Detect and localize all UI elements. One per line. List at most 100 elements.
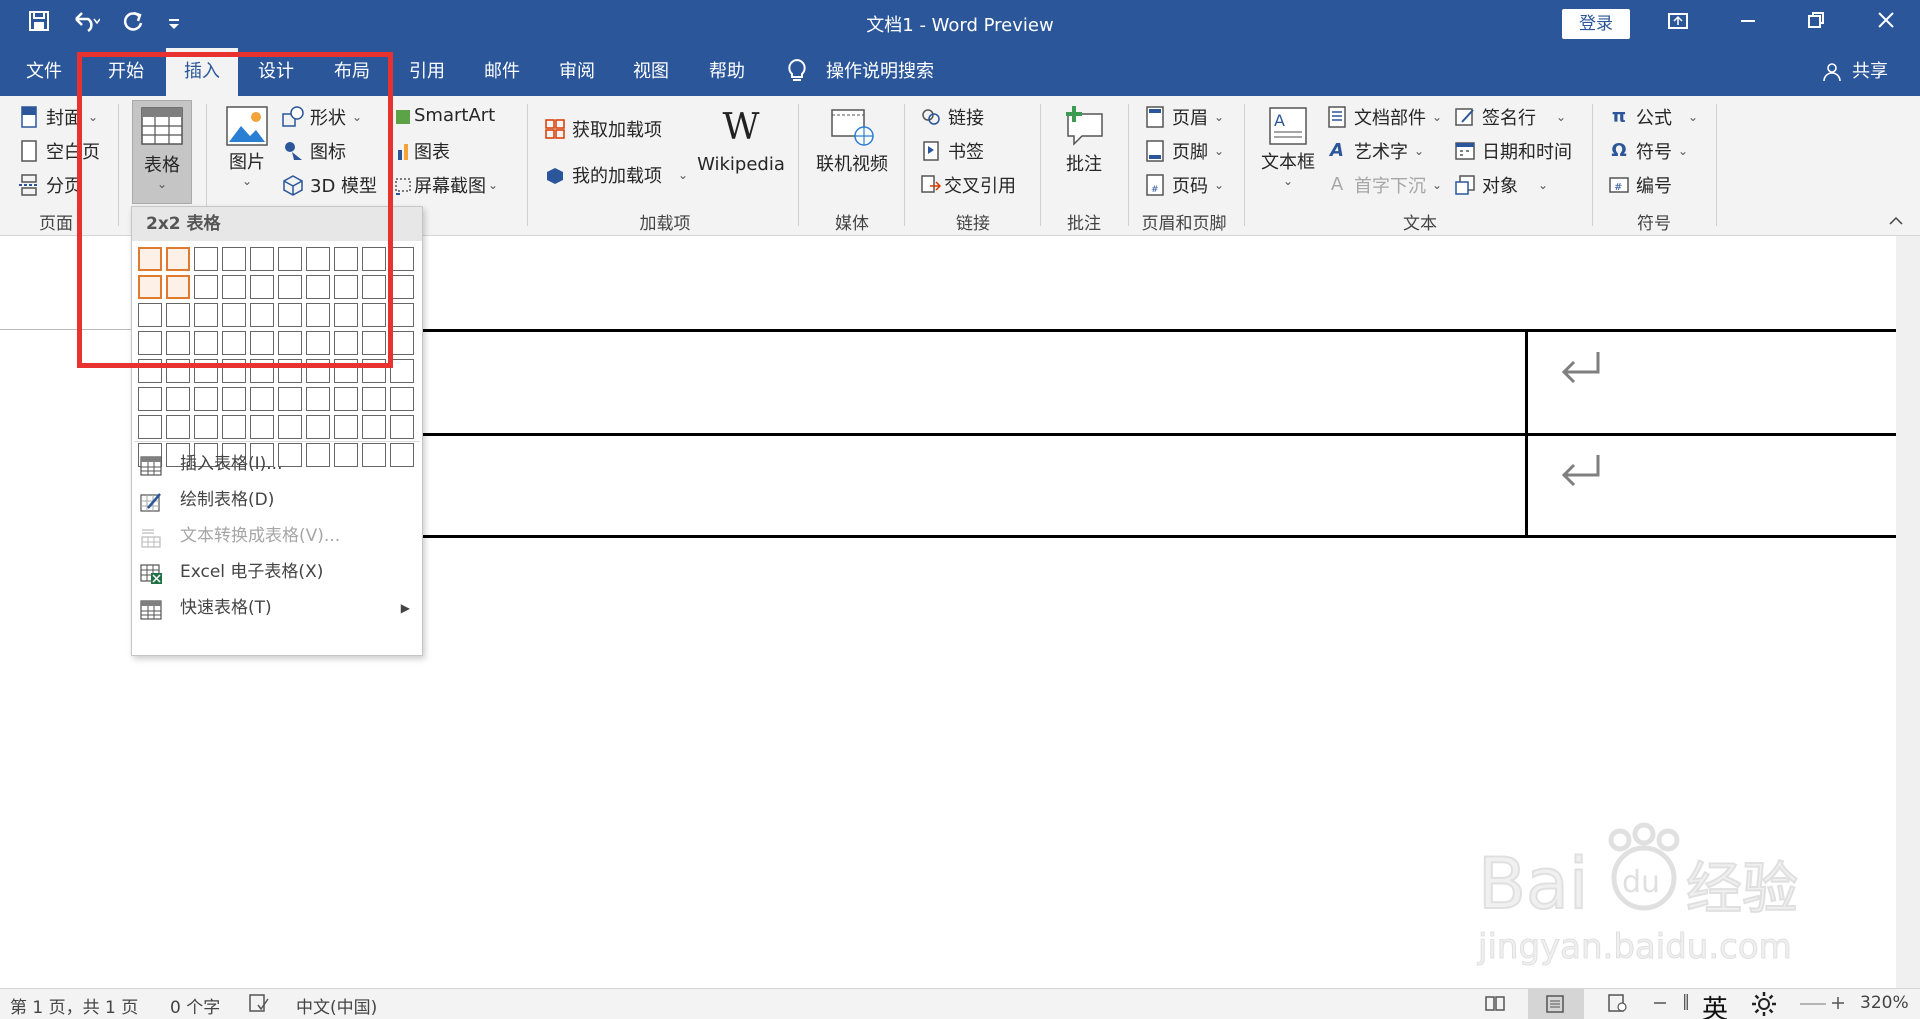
link-button[interactable]: 链接	[920, 104, 984, 130]
page-number-icon: #	[1144, 174, 1166, 196]
collapse-ribbon-icon[interactable]	[1888, 214, 1904, 230]
table-grid-cell[interactable]	[278, 387, 302, 411]
table-grid-cell[interactable]	[138, 415, 162, 439]
table-grid-cell[interactable]	[278, 415, 302, 439]
header-icon	[1144, 106, 1166, 128]
login-button[interactable]: 登录	[1562, 9, 1630, 39]
table-grid-cell[interactable]	[390, 387, 414, 411]
smartart-button[interactable]: SmartArt	[390, 104, 495, 126]
minimize-icon[interactable]	[1728, 8, 1768, 38]
quick-table-icon	[140, 598, 162, 620]
table-grid-cell[interactable]	[194, 415, 218, 439]
ribbon-display-icon[interactable]	[1658, 8, 1698, 38]
my-addins-button[interactable]: 我的加载项 ⌄	[544, 162, 688, 188]
wordart-button[interactable]: A 艺术字 ⌄	[1326, 138, 1424, 164]
table-grid-cell[interactable]	[362, 415, 386, 439]
lightbulb-icon	[786, 58, 808, 90]
table-grid-cell[interactable]	[390, 359, 414, 383]
chevron-right-icon: ▶	[400, 601, 410, 615]
get-addins-button[interactable]: 获取加载项	[544, 116, 662, 142]
table-grid-cell[interactable]	[250, 387, 274, 411]
web-layout-icon[interactable]	[1606, 993, 1628, 1018]
footer-button[interactable]: 页脚 ⌄	[1144, 138, 1224, 164]
convert-text-to-table-item: 文本转换成表格(V)...	[132, 519, 422, 553]
calendar-icon	[1454, 140, 1476, 162]
status-bar: 第 1 页，共 1 页 0 个字 中文(中国) ‖ 英 320%	[0, 988, 1920, 1019]
quick-tables-item[interactable]: 快速表格(T) ▶	[132, 591, 422, 625]
smartart-icon	[390, 104, 412, 126]
tab-file[interactable]: 文件	[12, 48, 76, 96]
wikipedia-button[interactable]: W Wikipedia	[696, 107, 786, 176]
table-border	[420, 433, 1896, 436]
number-button[interactable]: # 编号	[1608, 172, 1672, 198]
table-grid-cell[interactable]	[334, 415, 358, 439]
print-layout-icon[interactable]	[1528, 989, 1584, 1019]
table-grid-cell[interactable]	[194, 387, 218, 411]
page-break-button[interactable]: 分页	[18, 172, 82, 198]
table-grid-cell[interactable]	[390, 303, 414, 327]
close-icon[interactable]	[1866, 8, 1906, 38]
zoom-in-icon[interactable]	[1830, 993, 1846, 1018]
zoom-out-icon[interactable]	[1652, 993, 1668, 1018]
signature-icon	[1454, 106, 1476, 128]
table-grid-cell[interactable]	[390, 247, 414, 271]
settings-gear-icon[interactable]	[1750, 990, 1778, 1019]
omega-icon: Ω	[1611, 140, 1627, 161]
table-grid-cell[interactable]	[166, 387, 190, 411]
vertical-scrollbar[interactable]	[1896, 236, 1920, 988]
insert-table-item[interactable]: 插入表格(I)...	[132, 447, 422, 481]
page-number-button[interactable]: # 页码 ⌄	[1144, 172, 1224, 198]
chevron-down-icon: ⌄	[1282, 174, 1294, 188]
table-grid-cell[interactable]	[362, 387, 386, 411]
draw-table-item[interactable]: 绘制表格(D)	[132, 483, 422, 517]
cover-page-icon	[18, 106, 40, 128]
end-of-cell-icon	[1558, 451, 1604, 507]
date-time-button[interactable]: 日期和时间	[1454, 138, 1572, 164]
excel-spreadsheet-item[interactable]: Excel 电子表格(X)	[132, 555, 422, 589]
online-video-button[interactable]: 联机视频	[810, 108, 894, 176]
page-count[interactable]: 第 1 页，共 1 页	[10, 993, 138, 1018]
signature-line-button[interactable]: 签名行 ⌄	[1454, 104, 1566, 130]
table-grid-cell[interactable]	[390, 415, 414, 439]
equation-button[interactable]: π 公式 ⌄	[1608, 104, 1698, 130]
convert-text-icon	[140, 526, 162, 548]
share-button[interactable]: 共享	[1852, 48, 1888, 96]
restore-icon[interactable]	[1796, 8, 1836, 38]
new-comment-button[interactable]: 批注	[1054, 104, 1114, 176]
tab-mailings[interactable]: 邮件	[471, 48, 533, 96]
table-grid-cell[interactable]	[166, 415, 190, 439]
proofing-icon[interactable]	[248, 993, 270, 1018]
tell-me-search[interactable]: 操作说明搜索	[826, 48, 934, 96]
cross-reference-button[interactable]: 交叉引用	[920, 172, 1016, 198]
table-grid-cell[interactable]	[138, 387, 162, 411]
ime-indicator[interactable]: 英	[1702, 989, 1728, 1019]
store-icon	[544, 118, 566, 140]
header-button[interactable]: 页眉 ⌄	[1144, 104, 1224, 130]
text-box-button[interactable]: A 文本框 ⌄	[1254, 106, 1322, 188]
zoom-slider[interactable]	[1800, 993, 1826, 1013]
tab-help[interactable]: 帮助	[696, 48, 758, 96]
table-grid-cell[interactable]	[390, 331, 414, 355]
language[interactable]: 中文(中国)	[296, 993, 377, 1018]
object-button[interactable]: 对象 ⌄	[1454, 172, 1548, 198]
word-count[interactable]: 0 个字	[170, 993, 220, 1018]
table-grid-cell[interactable]	[222, 387, 246, 411]
svg-text:jingyan.baidu.com: jingyan.baidu.com	[1477, 927, 1792, 967]
quick-parts-button[interactable]: 文档部件 ⌄	[1326, 104, 1442, 130]
zoom-level[interactable]: 320%	[1860, 993, 1909, 1013]
table-grid-cell[interactable]	[306, 387, 330, 411]
table-grid-cell[interactable]	[334, 387, 358, 411]
read-mode-icon[interactable]	[1484, 993, 1506, 1018]
symbol-button[interactable]: Ω 符号 ⌄	[1608, 138, 1688, 164]
screenshot-button[interactable]: 屏幕截图 ⌄	[390, 172, 498, 198]
tab-references[interactable]: 引用	[396, 48, 458, 96]
tab-review[interactable]: 审阅	[546, 48, 608, 96]
bookmark-button[interactable]: 书签	[920, 138, 984, 164]
table-grid-cell[interactable]	[390, 275, 414, 299]
wikipedia-icon: W	[722, 107, 760, 148]
table-grid-cell[interactable]	[222, 415, 246, 439]
chart-button[interactable]: 图表	[390, 138, 450, 164]
table-grid-cell[interactable]	[250, 415, 274, 439]
tab-view[interactable]: 视图	[620, 48, 682, 96]
table-grid-cell[interactable]	[306, 415, 330, 439]
